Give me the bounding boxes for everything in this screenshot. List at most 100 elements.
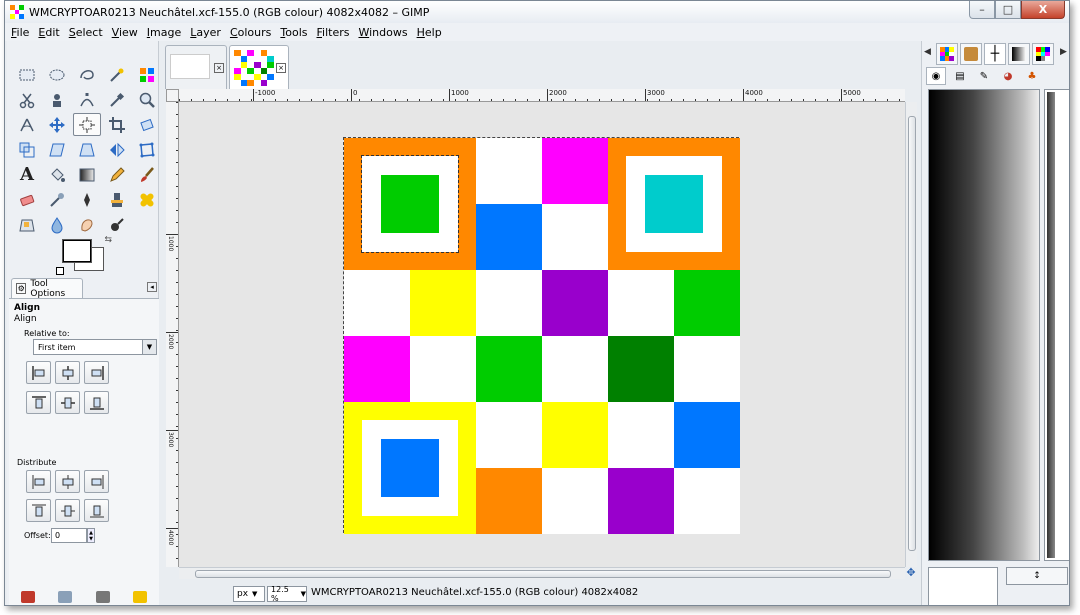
blend-tool-icon[interactable] (73, 163, 101, 186)
paint-dynamics-tab-icon[interactable]: ✎ (974, 67, 994, 85)
measure-tool-icon[interactable] (13, 113, 41, 136)
align-tool-icon[interactable] (73, 113, 101, 136)
vertical-scroll-thumb[interactable] (908, 116, 916, 551)
image-canvas[interactable] (343, 137, 740, 534)
bucket-fill-tool-icon[interactable] (43, 163, 71, 186)
printer-tab-icon[interactable]: ▤ (950, 67, 970, 85)
menu-colours[interactable]: Colours (230, 26, 271, 39)
horizontal-ruler[interactable]: -1000 0 1000 2000 3000 4000 5000 (179, 89, 905, 102)
close-tab-icon[interactable]: × (214, 63, 224, 73)
palettes-tab-icon[interactable] (1032, 43, 1054, 65)
tool-presets-tab-icon[interactable]: ♣ (1022, 67, 1042, 85)
restore-options-icon[interactable] (58, 591, 73, 603)
image-tab-blank[interactable]: × (165, 45, 227, 89)
dock-action-button[interactable]: ↕ (1006, 567, 1068, 585)
airbrush-tool-icon[interactable] (43, 188, 71, 211)
paintbrush-tool-icon[interactable] (133, 163, 161, 186)
eraser-tool-icon[interactable] (13, 188, 41, 211)
chevron-down-icon[interactable]: ▼ (252, 590, 257, 598)
maximize-button[interactable]: □ (995, 1, 1021, 19)
tool-options-tab[interactable]: ⚙ Tool Options (11, 278, 83, 299)
zoom-tool-icon[interactable] (133, 88, 161, 111)
patterns-tab-icon[interactable] (936, 43, 958, 65)
perspective-tool-icon[interactable] (73, 138, 101, 161)
menu-image[interactable]: Image (147, 26, 181, 39)
ink-tool-icon[interactable] (73, 188, 101, 211)
image-tab-active[interactable]: × (229, 45, 289, 89)
relative-to-select[interactable]: First item ▼ (33, 339, 157, 355)
colors-tab-icon[interactable]: ◕ (998, 67, 1018, 85)
gradients-tab-icon[interactable] (1008, 43, 1030, 65)
default-colors-icon[interactable] (56, 267, 64, 275)
clone-tool-icon[interactable] (103, 188, 131, 211)
crop-tool-icon[interactable] (103, 113, 131, 136)
distribute-bottom-button[interactable] (84, 499, 109, 522)
paths-tool-icon[interactable] (73, 88, 101, 111)
gradient-preview[interactable] (928, 89, 1040, 561)
perspective-clone-tool-icon[interactable] (13, 213, 41, 236)
offset-input[interactable]: 0 (51, 528, 87, 543)
rotate-tool-icon[interactable] (133, 113, 161, 136)
dock-scroll-right-icon[interactable]: ▶ (1060, 47, 1067, 57)
horizontal-scrollbar[interactable] (179, 567, 905, 579)
rect-select-tool-icon[interactable] (13, 63, 41, 86)
dock-bottom-preview[interactable] (928, 567, 998, 605)
distribute-middle-button[interactable] (55, 499, 80, 522)
color-swatches[interactable]: ⇆ (56, 235, 112, 275)
distribute-left-button[interactable] (26, 470, 51, 493)
dock-scroll-left-icon[interactable]: ◀ (924, 47, 931, 57)
blur-tool-icon[interactable] (43, 213, 71, 236)
menu-file[interactable]: File (11, 26, 29, 39)
brushes-tab-icon[interactable]: ┼ (984, 43, 1006, 65)
dodge-burn-tool-icon[interactable] (103, 213, 131, 236)
scissors-tool-icon[interactable] (13, 88, 41, 111)
fuzzy-select-tool-icon[interactable] (103, 63, 131, 86)
foreground-color-swatch[interactable] (62, 239, 92, 263)
smudge-tool-icon[interactable] (73, 213, 101, 236)
distribute-right-button[interactable] (84, 470, 109, 493)
align-right-button[interactable] (84, 361, 109, 384)
ellipse-select-tool-icon[interactable] (43, 63, 71, 86)
foreground-select-tool-icon[interactable] (43, 88, 71, 111)
menu-view[interactable]: View (112, 26, 138, 39)
close-button[interactable]: X (1021, 1, 1065, 19)
device-status-tab-icon[interactable]: ◉ (926, 67, 946, 85)
dock-side-panel[interactable] (1044, 89, 1069, 561)
tab-menu-icon[interactable]: ◂ (147, 282, 157, 292)
menu-edit[interactable]: Edit (38, 26, 59, 39)
offset-spinner[interactable]: ▲ ▼ (87, 528, 95, 543)
text-tool-icon[interactable]: A (13, 163, 41, 186)
save-options-icon[interactable] (20, 591, 35, 603)
menu-help[interactable]: Help (417, 26, 442, 39)
shear-tool-icon[interactable] (43, 138, 71, 161)
reset-options-icon[interactable] (133, 591, 148, 603)
horizontal-scroll-thumb[interactable] (195, 570, 891, 578)
unit-select[interactable]: px ▼ (233, 586, 265, 602)
align-left-button[interactable] (26, 361, 51, 384)
menu-select[interactable]: Select (69, 26, 103, 39)
flip-tool-icon[interactable] (103, 138, 131, 161)
minimize-button[interactable]: – (969, 1, 995, 19)
ruler-corner[interactable] (166, 89, 179, 102)
menu-filters[interactable]: Filters (317, 26, 350, 39)
distribute-top-button[interactable] (26, 499, 51, 522)
zoom-select[interactable]: 12.5 % ▼ (267, 585, 307, 603)
align-bottom-button[interactable] (84, 391, 109, 414)
distribute-center-button[interactable] (55, 470, 80, 493)
chevron-down-icon[interactable]: ▼ (301, 590, 306, 598)
menu-layer[interactable]: Layer (190, 26, 221, 39)
cage-transform-tool-icon[interactable] (133, 138, 161, 161)
menu-tools[interactable]: Tools (280, 26, 307, 39)
close-tab-icon[interactable]: × (276, 63, 286, 73)
free-select-tool-icon[interactable] (73, 63, 101, 86)
swap-colors-icon[interactable]: ⇆ (104, 235, 112, 245)
pencil-tool-icon[interactable] (103, 163, 131, 186)
select-by-color-tool-icon[interactable] (133, 63, 161, 86)
menu-windows[interactable]: Windows (358, 26, 407, 39)
navigate-icon[interactable]: ✥ (905, 567, 917, 579)
heal-tool-icon[interactable] (133, 188, 161, 211)
gimp-tab-icon[interactable] (960, 43, 982, 65)
align-middle-button[interactable] (55, 391, 80, 414)
align-center-button[interactable] (55, 361, 80, 384)
chevron-down-icon[interactable]: ▼ (142, 340, 156, 354)
